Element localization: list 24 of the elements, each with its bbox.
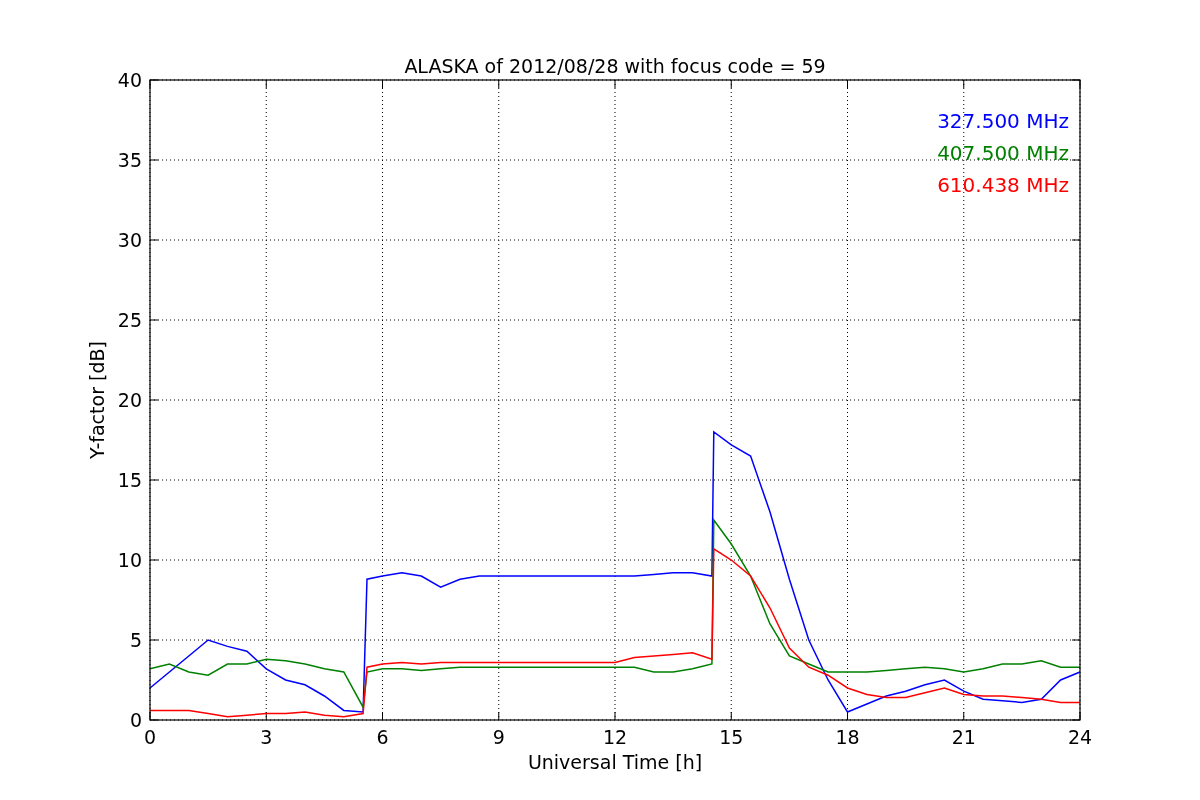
chart-title: ALASKA of 2012/08/28 with focus code = 59 [404, 55, 826, 77]
y-tick-label: 5 [129, 629, 142, 651]
y-axis-label: Y-factor [dB] [86, 341, 108, 459]
x-tick-label: 21 [951, 726, 976, 748]
x-tick-label: 24 [1067, 726, 1093, 748]
x-tick-label: 6 [376, 726, 389, 748]
y-tick-label: 15 [117, 469, 142, 491]
y-tick-label: 30 [117, 229, 142, 251]
y-tick-label: 40 [117, 69, 142, 91]
x-tick-label: 15 [719, 726, 744, 748]
legend-label: 610.438 MHz [937, 173, 1069, 197]
y-tick-label: 0 [129, 709, 142, 731]
x-axis-label: Universal Time [h] [527, 751, 703, 773]
y-tick-label: 20 [117, 389, 142, 411]
y-tick-label: 10 [117, 549, 142, 571]
x-tick-label: 0 [143, 726, 157, 748]
legend-label: 327.500 MHz [937, 109, 1069, 133]
x-tick-label: 3 [260, 726, 273, 748]
y-tick-label: 25 [117, 309, 142, 331]
legend-label: 407.500 MHz [937, 141, 1069, 165]
x-tick-label: 12 [602, 726, 628, 748]
x-tick-label: 9 [492, 726, 505, 748]
x-tick-label: 18 [835, 726, 860, 748]
y-tick-label: 35 [117, 149, 142, 171]
